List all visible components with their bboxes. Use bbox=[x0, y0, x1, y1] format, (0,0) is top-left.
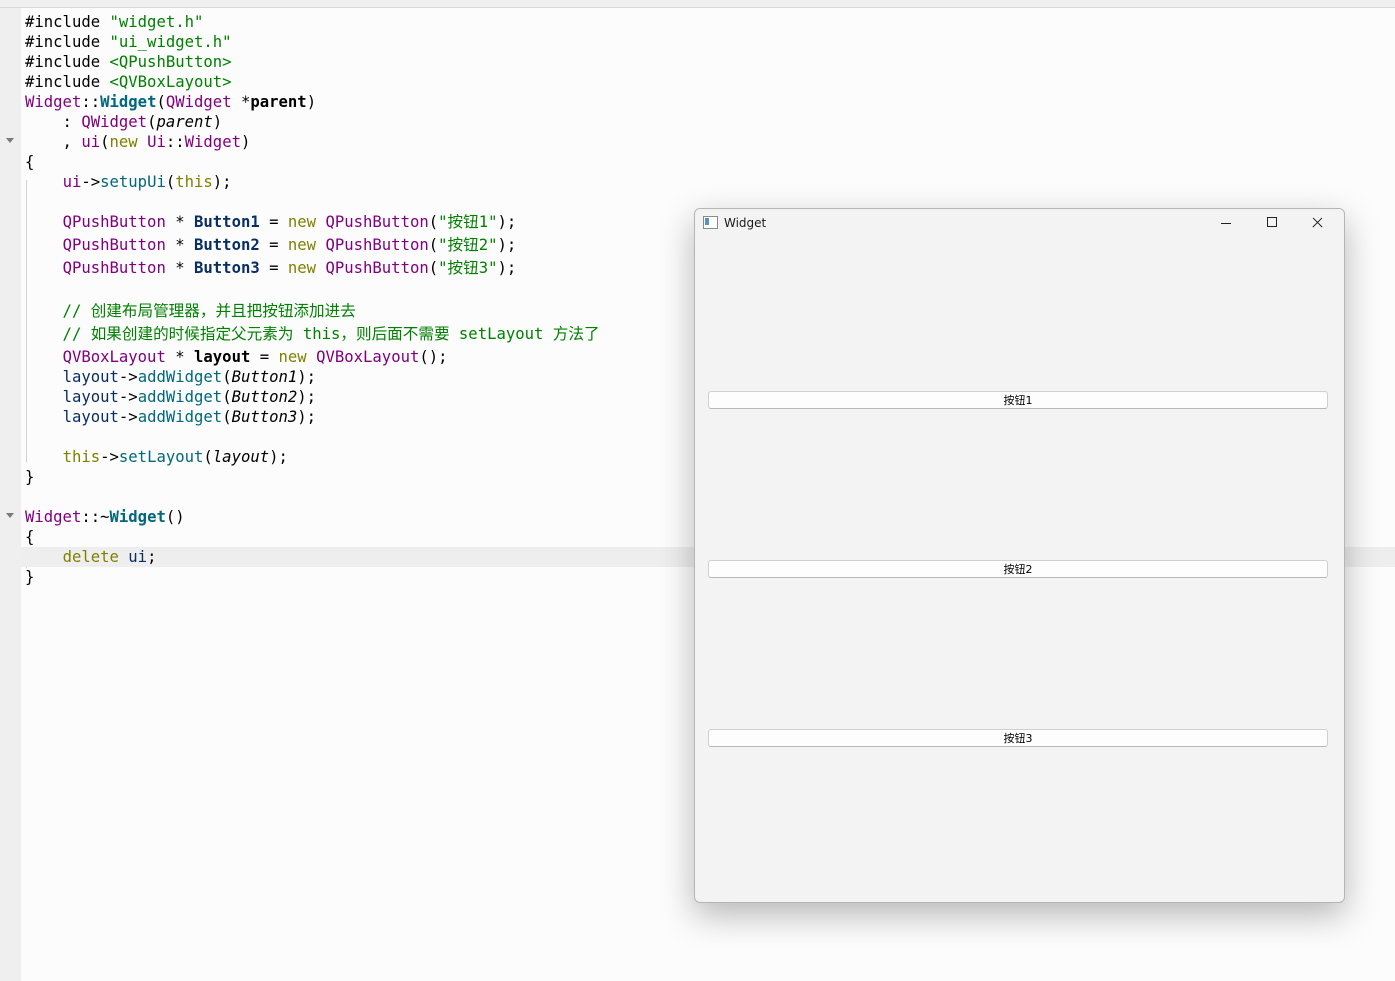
code-line: ui->setupUi(this); bbox=[62, 173, 232, 191]
code-comment: // 创建布局管理器，并且把按钮添加进去 bbox=[25, 302, 356, 320]
code-line: QPushButton * Button1 = new QPushButton(… bbox=[62, 213, 517, 231]
code-line: #include <QVBoxLayout> bbox=[25, 73, 232, 91]
code-line: layout->addWidget(Button1); bbox=[62, 368, 317, 386]
code-line: } bbox=[25, 568, 35, 586]
code-line: : QWidget(parent) bbox=[25, 113, 223, 131]
toolbar-strip bbox=[0, 0, 1395, 8]
code-line: , ui(new Ui::Widget) bbox=[25, 133, 251, 151]
editor-gutter bbox=[0, 8, 21, 981]
code-line: { bbox=[25, 528, 35, 546]
code-line: this->setLayout(layout); bbox=[62, 448, 288, 466]
push-button-1[interactable]: 按钮1 bbox=[708, 391, 1328, 409]
widget-window[interactable]: Widget 按钮1 按钮2 按钮3 bbox=[694, 208, 1345, 903]
app-window-icon bbox=[703, 216, 718, 229]
fold-toggle-icon[interactable] bbox=[6, 513, 14, 518]
maximize-icon[interactable] bbox=[1249, 209, 1295, 239]
window-title: Widget bbox=[724, 216, 767, 230]
minimize-icon[interactable] bbox=[1203, 209, 1249, 239]
code-line: { bbox=[25, 153, 35, 171]
code-line: QPushButton * Button2 = new QPushButton(… bbox=[62, 236, 517, 254]
push-button-3[interactable]: 按钮3 bbox=[708, 729, 1328, 747]
code-line: layout->addWidget(Button3); bbox=[62, 408, 317, 426]
code-line: Widget::~Widget() bbox=[25, 508, 185, 526]
window-titlebar[interactable]: Widget bbox=[695, 209, 1344, 239]
code-line: #include <QPushButton> bbox=[25, 53, 232, 71]
code-line: layout->addWidget(Button2); bbox=[62, 388, 317, 406]
close-icon[interactable] bbox=[1295, 209, 1341, 239]
code-line: #include "widget.h" bbox=[25, 13, 204, 31]
code-line: delete ui; bbox=[62, 548, 157, 566]
code-line: QPushButton * Button3 = new QPushButton(… bbox=[62, 259, 517, 277]
code-line: QVBoxLayout * layout = new QVBoxLayout()… bbox=[62, 348, 448, 366]
code-comment: // 如果创建的时候指定父元素为 this，则后面不需要 setLayout 方… bbox=[25, 325, 600, 343]
code-line: #include "ui_widget.h" bbox=[25, 33, 232, 51]
fold-toggle-icon[interactable] bbox=[6, 138, 14, 143]
push-button-2[interactable]: 按钮2 bbox=[708, 560, 1328, 578]
code-line: Widget::Widget(QWidget *parent) bbox=[25, 93, 317, 111]
code-line: } bbox=[25, 468, 35, 486]
